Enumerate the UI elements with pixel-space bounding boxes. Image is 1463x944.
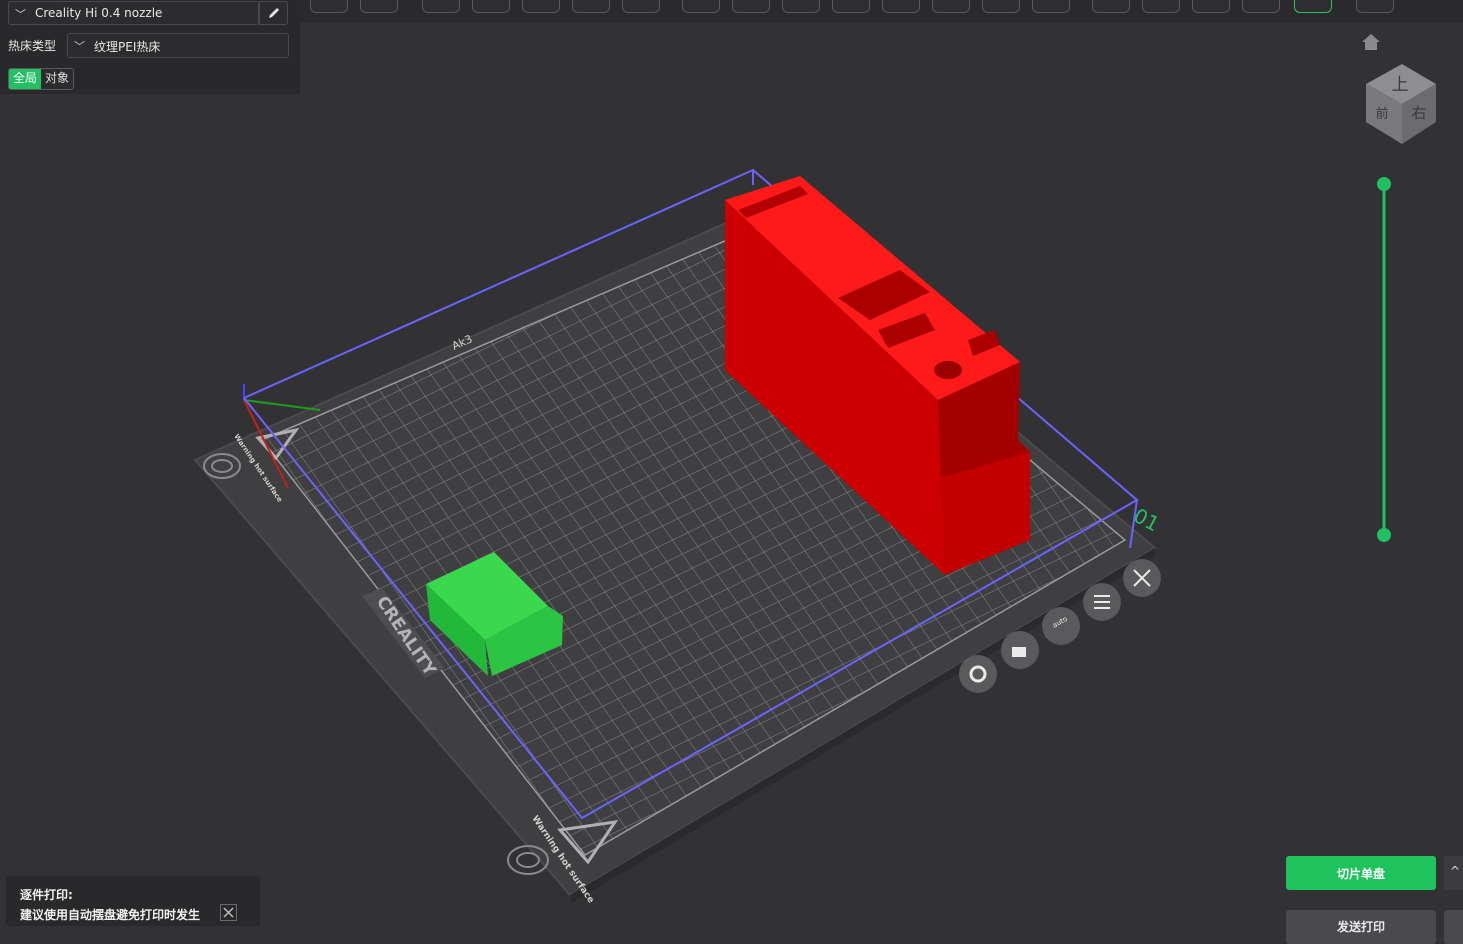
plate-settings-button[interactable] — [959, 655, 997, 693]
notification-panel: 逐件打印: 建议使用自动摆盘避免打印时发生 — [6, 876, 260, 926]
layer-slider[interactable] — [1376, 176, 1392, 544]
slice-plate-button[interactable]: 切片单盘 — [1286, 856, 1436, 890]
slice-options-button[interactable]: ^ — [1444, 856, 1463, 890]
y-axis — [243, 399, 321, 411]
delete-plate-button[interactable] — [1123, 559, 1161, 597]
send-print-button[interactable]: 发送打印 — [1286, 910, 1436, 944]
layer-slider-bottom-handle — [1377, 528, 1391, 542]
notice-close-button[interactable] — [220, 904, 237, 921]
notice-title: 逐件打印: — [20, 888, 73, 902]
view-cube-top: 上 — [1392, 75, 1409, 95]
auto-orient-plate-button[interactable]: auto — [1042, 607, 1080, 645]
home-icon[interactable] — [1360, 32, 1382, 52]
close-icon — [223, 907, 234, 918]
lock-plate-button[interactable] — [1001, 631, 1039, 669]
view-cube[interactable]: 上 前 右 — [1362, 60, 1440, 146]
view-cube-right: 右 — [1411, 104, 1426, 122]
layer-slider-top-handle — [1377, 177, 1391, 191]
lock-icon — [1012, 647, 1026, 657]
view-cube-front: 前 — [1375, 106, 1388, 122]
3d-viewport[interactable]: Warning hot surface Warning hot surface … — [0, 0, 1463, 926]
notice-body: 建议使用自动摆盘避免打印时发生 — [20, 908, 201, 922]
send-options-button[interactable] — [1444, 910, 1463, 944]
arrange-plate-button[interactable] — [1083, 583, 1121, 621]
